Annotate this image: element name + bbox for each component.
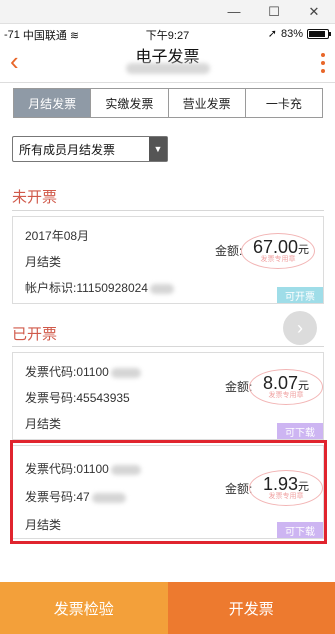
invoice-code-row: 发票代码:01100 [25,460,141,477]
tab-paid-invoice[interactable]: 实缴发票 [91,89,169,117]
invoice-number-row: 发票号码:47 [25,488,126,505]
redacted-subtitle [126,63,210,74]
section-divider [12,346,324,347]
location-icon: ➚ [267,28,277,40]
unissued-section-title: 未开票 [12,189,58,206]
unissued-invoice-card[interactable]: 2017年08月 月结类 帐户标识:11150928024 金额: 发票专用章 … [12,216,324,304]
issued-invoice-card[interactable]: 发票代码:01100 发票号码:47 月结类 金额: 发票专用章 1.93元 可… [12,445,324,539]
redacted-text [110,367,141,378]
battery-percent: 83% [280,27,303,40]
invoice-number-value: 47 [76,490,90,504]
redacted-text [149,283,174,294]
invoice-code-label: 发票代码: [25,365,77,379]
close-icon[interactable]: ✕ [307,4,321,19]
invoice-number-label: 发票号码: [25,391,77,405]
issued-section-title: 已开票 [12,326,58,343]
invoice-date: 2017年08月 [25,229,90,243]
invoice-tabs: 月结发票 实缴发票 营业发票 一卡充 [13,88,323,118]
invoice-amount: 1.93元 [263,474,310,494]
battery-icon [307,28,331,39]
invoice-code-value: 01100 [76,462,109,476]
issued-invoice-card[interactable]: 发票代码:01100 发票号码:45543935 月结类 金额: 发票专用章 8… [12,352,324,440]
account-id-value: 11150928024 [76,281,148,295]
status-bar: -71 中国联通 ≋ 下午9:27 ➚ 83% [0,27,335,42]
invoice-code-value: 01100 [76,365,109,379]
download-invoice-button[interactable]: 可下载 [277,522,323,538]
amount-label: 金额: [215,244,243,258]
maximize-icon[interactable]: ☐ [267,4,281,19]
chevron-right-icon[interactable]: › [283,311,317,345]
account-id-label: 帐户标识: [25,281,77,295]
invoice-code-row: 发票代码:01100 [25,363,141,380]
invoice-number-label: 发票号码: [25,490,77,504]
invoice-amount: 8.07元 [263,373,310,393]
tab-business-invoice[interactable]: 营业发票 [168,89,246,117]
tab-card-recharge[interactable]: 一卡充 [245,89,322,117]
section-divider [12,210,324,211]
member-filter-select[interactable]: 所有成员月结发票 ▼ [12,136,168,162]
issue-invoice-main-button[interactable]: 开发票 [167,582,335,634]
download-invoice-button[interactable]: 可下载 [277,423,323,439]
issue-invoice-button[interactable]: 可开票 [277,287,323,303]
minimize-icon[interactable]: — [227,4,241,19]
member-filter-value: 所有成员月结发票 [19,142,116,157]
invoice-type: 月结类 [25,518,62,532]
nav-divider [0,82,335,83]
redacted-text [110,464,141,475]
invoice-amount: 67.00元 [253,237,310,257]
invoice-check-button[interactable]: 发票检验 [0,582,168,634]
invoice-number-row: 发票号码:45543935 [25,389,130,406]
invoice-number-value: 45543935 [76,391,130,405]
more-options-icon[interactable] [321,53,325,73]
nav-bar: ‹ 电子发票 [0,43,335,83]
invoice-type: 月结类 [25,417,62,431]
invoice-type: 月结类 [25,255,62,269]
bottom-action-bar: 发票检验 开发票 [0,582,335,634]
invoice-code-label: 发票代码: [25,462,77,476]
status-time: 下午9:27 [145,30,190,42]
window-controls: — ☐ ✕ [0,0,335,24]
redacted-text [91,492,126,503]
account-id-row: 帐户标识:11150928024 [25,279,174,296]
dropdown-arrow-icon: ▼ [149,137,167,161]
tab-monthly-invoice[interactable]: 月结发票 [14,89,92,117]
